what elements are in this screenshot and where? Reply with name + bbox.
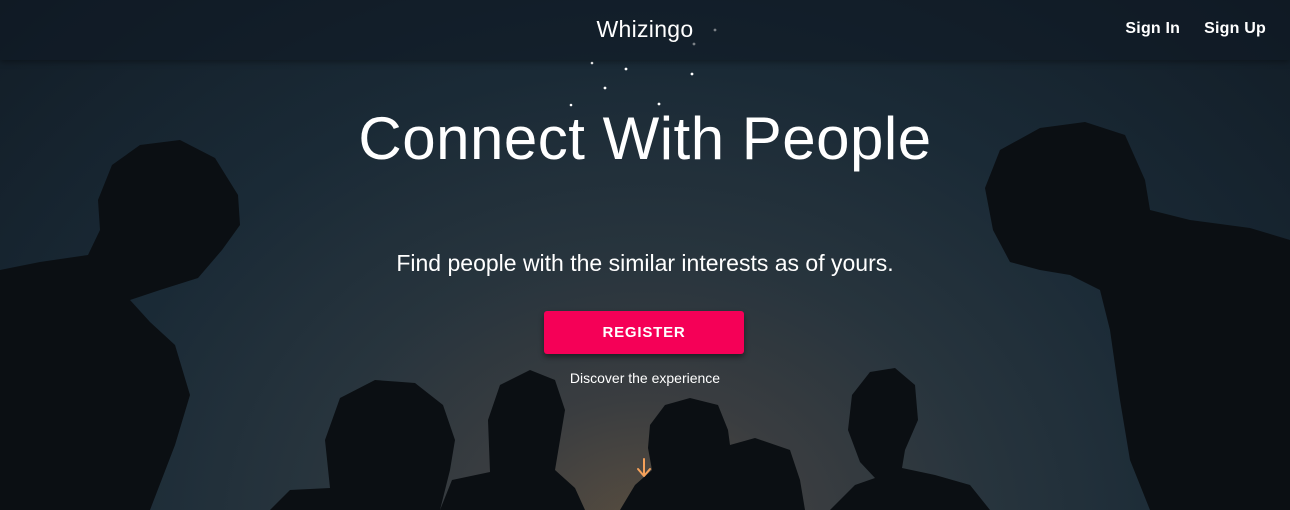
hero-tagline: Find people with the similar interests a… [396,250,894,276]
sign-up-link[interactable]: Sign Up [1204,20,1266,38]
register-button[interactable]: REGISTER [544,311,744,354]
brand-logo[interactable]: Whizingo [0,16,1290,43]
nav-links: Sign In Sign Up [1125,20,1266,38]
hero-section: Whizingo Sign In Sign Up Connect With Pe… [0,0,1290,510]
top-navbar: Whizingo Sign In Sign Up [0,0,1290,60]
sign-in-link[interactable]: Sign In [1125,20,1180,38]
discover-text: Discover the experience [569,370,721,386]
arrow-down-icon[interactable] [634,456,654,480]
hero-headline: Connect With People [358,105,932,172]
